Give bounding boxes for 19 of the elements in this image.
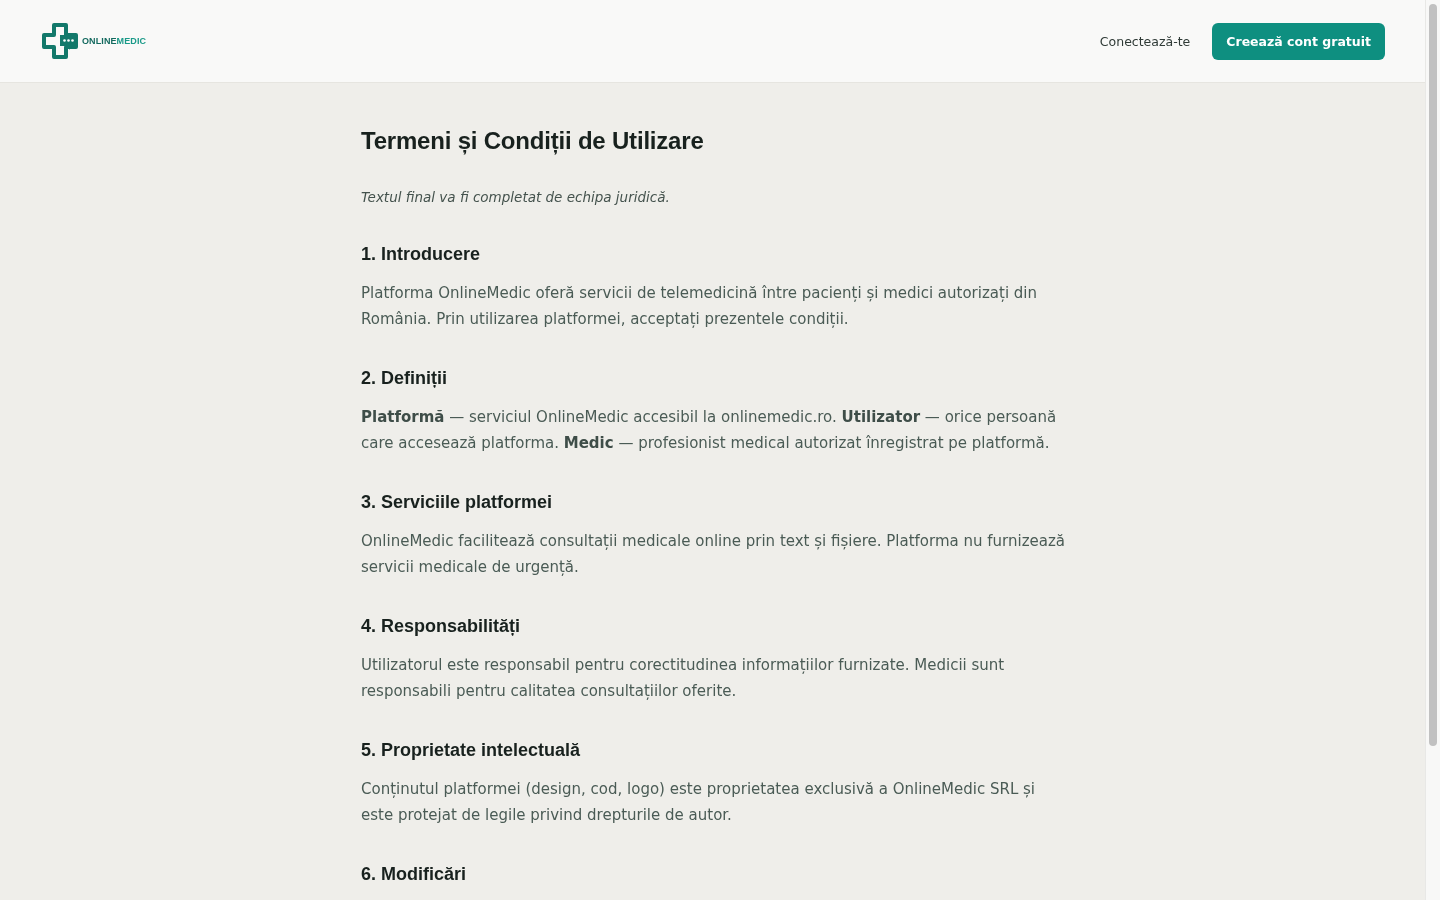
page-title: Termeni și Condiții de Utilizare xyxy=(361,126,705,157)
signup-button[interactable]: Creează cont gratuit xyxy=(1212,22,1385,60)
scrollbar-thumb[interactable] xyxy=(1429,4,1437,746)
logo-wordmark: ONLINEMEDIC xyxy=(82,36,147,46)
section-paragraph: Platformă — serviciul OnlineMedic accesibil la onlinemedic.ro. Utilizator — orice persoană care accesează platforma. Medic — profesionist medical autorizat înregistrat pe platformă. xyxy=(361,407,1058,454)
section-paragraph: Platforma OnlineMedic oferă servicii de telemedicină între pacienți și medici autorizați din România. Prin utilizarea platformei, acceptați prezentele condiții. xyxy=(361,283,1039,330)
section-paragraph: Conținutul platformei (design, cod, logo) este proprietatea exclusivă a OnlineMedic SRL și este protejat de legile privind drepturile de autor. xyxy=(361,779,1036,826)
section-heading: 5. Proprietate intelectuală xyxy=(361,739,582,762)
section-heading: 2. Definiții xyxy=(361,367,448,390)
section-heading: 1. Introducere xyxy=(361,243,482,266)
section-paragraph: Utilizatorul este responsabil pentru corectitudinea informațiilor furnizate. Medicii sunt responsabili pentru calitatea consultațiilor oferite. xyxy=(361,655,1006,702)
section-paragraph: OnlineMedic facilitează consultații medicale online prin text și fișiere. Platforma nu furnizează servicii medicale de urgență. xyxy=(361,531,1066,578)
login-link[interactable]: Conectează-te xyxy=(1099,33,1191,49)
medical-cross-chat-icon xyxy=(42,23,78,59)
logo-link[interactable]: ONLINEMEDIC xyxy=(42,23,147,59)
section-heading: 6. Modificări xyxy=(361,863,468,886)
note-text: Textul final va fi completat de echipa juridică. xyxy=(361,188,671,207)
section-heading: 4. Responsabilități xyxy=(361,615,522,638)
section-heading: 3. Serviciile platformei xyxy=(361,491,554,514)
